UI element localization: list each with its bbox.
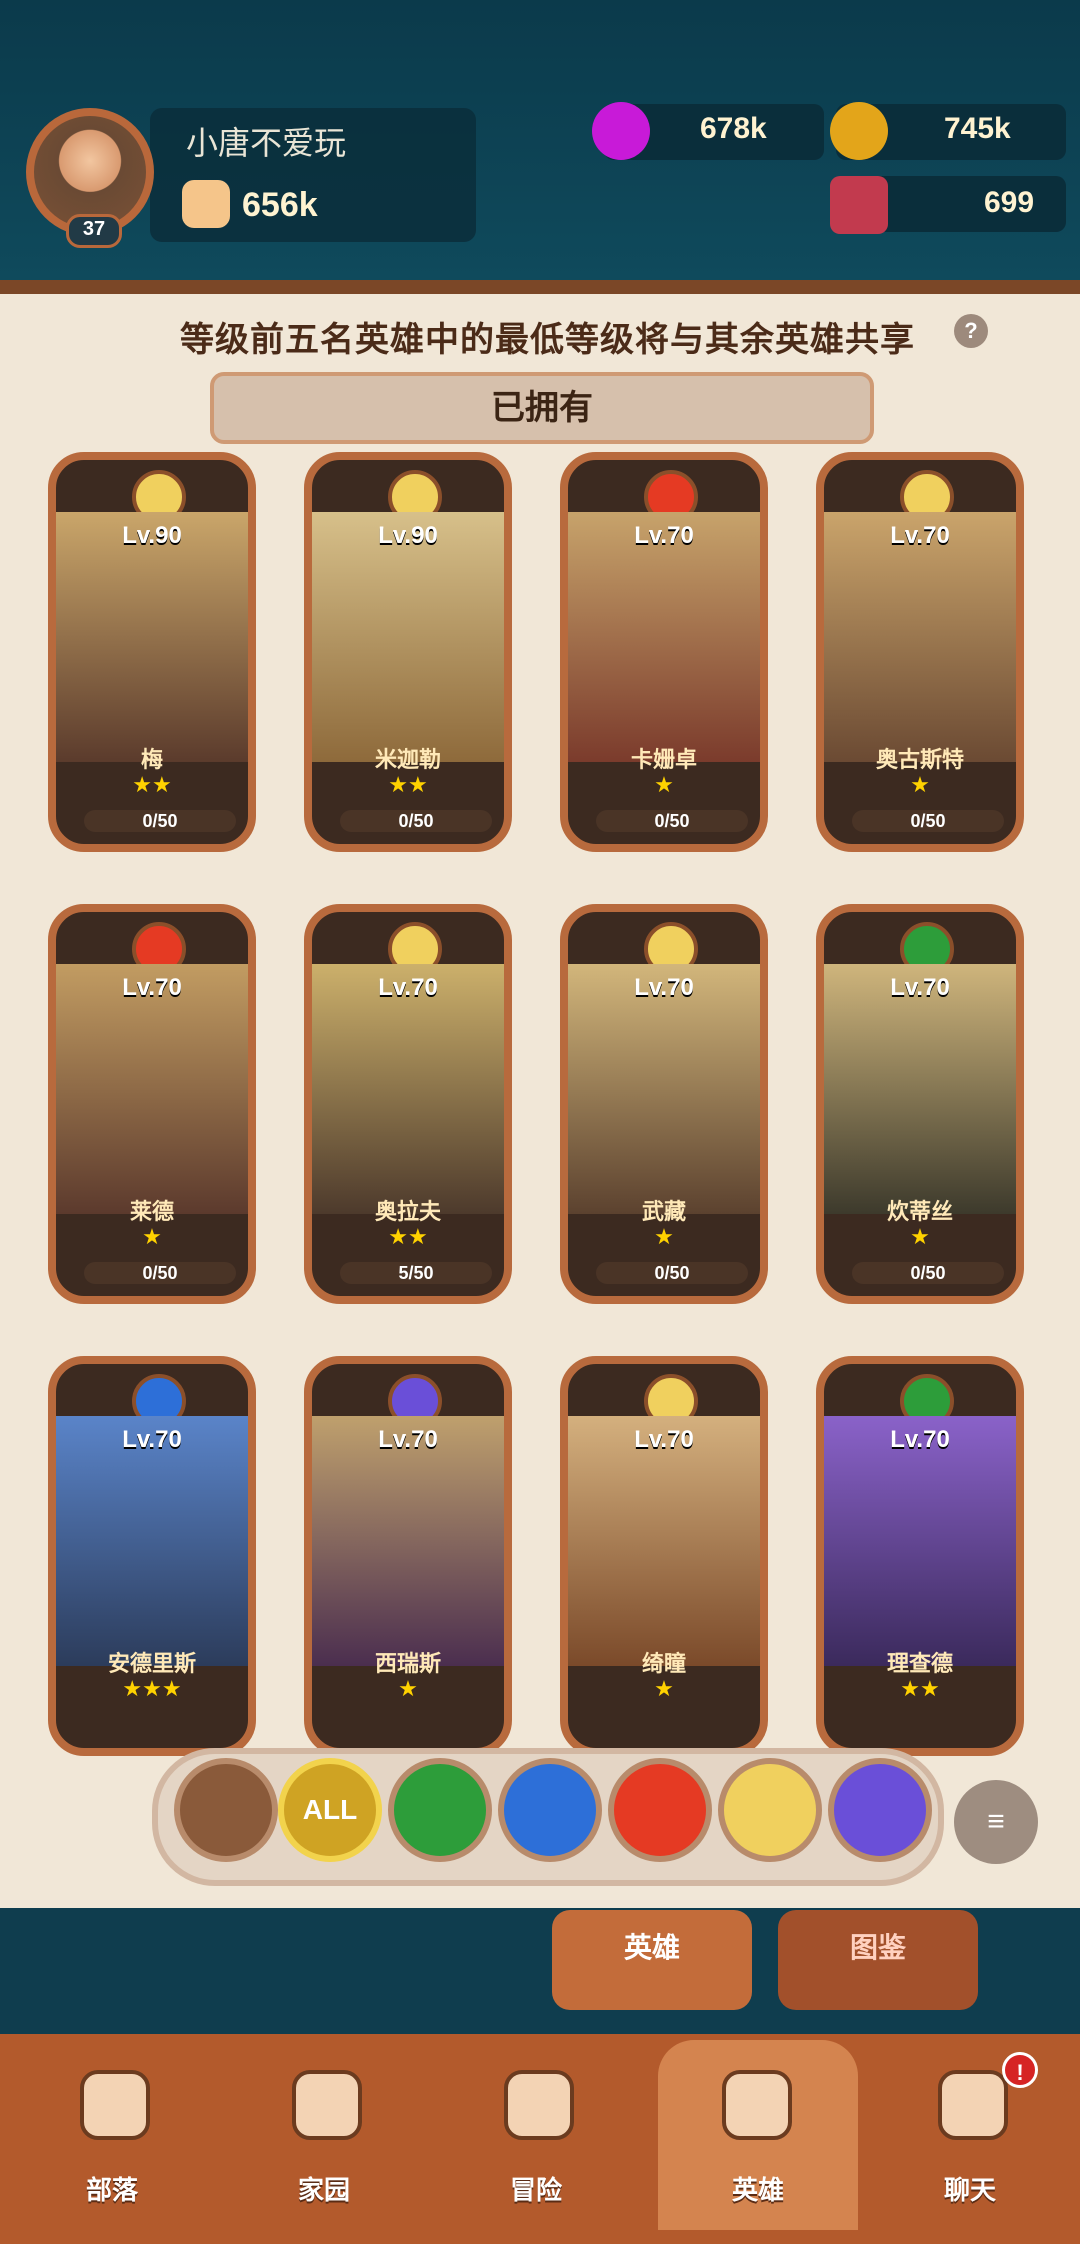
crossed-swords-icon <box>504 2070 574 2140</box>
hero-level: Lv.70 <box>890 974 950 1001</box>
hero-name: 绮瞳 <box>641 1651 686 1676</box>
hero-card[interactable]: Lv.70 武藏 ★ 0/50 <box>560 904 768 1304</box>
hero-card[interactable]: Lv.70 绮瞳 ★ <box>560 1356 768 1756</box>
hero-stars: ★★ <box>388 772 428 797</box>
filter-light-icon[interactable] <box>718 1758 822 1862</box>
hero-name: 莱德 <box>129 1199 174 1224</box>
filter-water-icon[interactable] <box>498 1758 602 1862</box>
nav-label: 英雄 <box>731 2175 784 2205</box>
player-level-badge: 37 <box>66 214 122 248</box>
hero-shards: 0/50 <box>84 810 236 832</box>
hero-shards: 0/50 <box>596 810 748 832</box>
hero-level: Lv.90 <box>122 522 182 549</box>
player-name: 小唐不爱玩 <box>186 125 347 161</box>
hero-stars: ★ <box>654 1224 674 1249</box>
hero-stars: ★★ <box>900 1676 940 1701</box>
hero-card[interactable]: 👥 Lv.90 米迦勒 ★★ 0/50 <box>304 452 512 852</box>
hero-stars: ★ <box>142 1224 162 1249</box>
hero-card[interactable]: 👥 Lv.70 奥古斯特 ★ 0/50 <box>816 452 1024 852</box>
nav-adventure[interactable]: 冒险 <box>446 2040 626 2230</box>
elixir-icon <box>592 102 650 160</box>
hero-stars: ★ <box>910 1224 930 1249</box>
hero-level: Lv.70 <box>890 1426 950 1453</box>
nav-tribe[interactable]: 部落 <box>22 2040 202 2230</box>
hero-shards: 0/50 <box>84 1262 236 1284</box>
hero-level: Lv.70 <box>122 1426 182 1453</box>
hero-card[interactable]: Lv.70 炊蒂丝 ★ 0/50 <box>816 904 1024 1304</box>
nav-label: 家园 <box>297 2175 350 2205</box>
hero-shards: 0/50 <box>852 1262 1004 1284</box>
chat-bubble-icon <box>938 2070 1008 2140</box>
hero-card[interactable]: Lv.70 奥拉夫 ★★ 5/50 <box>304 904 512 1304</box>
elixir-amount: 678k <box>700 112 767 145</box>
hero-level: Lv.70 <box>378 974 438 1001</box>
tab-heroes[interactable]: 英雄 <box>552 1910 752 2010</box>
hero-stars: ★ <box>910 772 930 797</box>
hero-stars: ★ <box>654 1676 674 1701</box>
chat-alert-badge: ! <box>1002 2052 1038 2088</box>
hero-shards: 0/50 <box>340 810 492 832</box>
hero-card[interactable]: Lv.70 理查德 ★★ <box>816 1356 1024 1756</box>
hero-shards: 0/50 <box>852 810 1004 832</box>
tab-codex[interactable]: 图鉴 <box>778 1910 978 2010</box>
hero-name: 米迦勒 <box>374 747 441 772</box>
hero-level: Lv.70 <box>634 522 694 549</box>
gold-amount: 745k <box>944 112 1011 145</box>
filter-dark-icon[interactable] <box>828 1758 932 1862</box>
filter-all-button[interactable]: ALL <box>278 1758 382 1862</box>
hero-name: 西瑞斯 <box>374 1651 441 1676</box>
nav-label: 部落 <box>85 2175 138 2205</box>
hero-card[interactable]: 👥 Lv.90 梅 ★★ 0/50 <box>48 452 256 852</box>
hero-level: Lv.70 <box>634 974 694 1001</box>
hero-card[interactable]: 👥 Lv.70 卡姗卓 ★ 0/50 <box>560 452 768 852</box>
filter-fire-icon[interactable] <box>608 1758 712 1862</box>
help-icon[interactable]: ? <box>954 314 988 348</box>
hero-stars: ★ <box>398 1676 418 1701</box>
hero-shards: 5/50 <box>340 1262 492 1284</box>
gem-plus-icon <box>830 176 888 234</box>
hero-name: 梅 <box>140 747 163 772</box>
hero-grid: 👥 Lv.90 梅 ★★ 0/50 👥 Lv.90 米迦勒 ★★ 0/50 👥 … <box>48 452 1032 1756</box>
nav-heroes[interactable]: 英雄 <box>658 2040 858 2230</box>
hero-level: Lv.70 <box>378 1426 438 1453</box>
hero-level: Lv.70 <box>122 974 182 1001</box>
hero-card[interactable]: 👥 Lv.70 莱德 ★ 0/50 <box>48 904 256 1304</box>
section-title: 已拥有 <box>491 389 593 427</box>
helmet-icon <box>722 2070 792 2140</box>
hero-card[interactable]: Lv.70 安德里斯 ★★★ <box>48 1356 256 1756</box>
hero-stars: ★★ <box>388 1224 428 1249</box>
nav-label: 冒险 <box>509 2175 562 2205</box>
power-icon <box>182 180 230 228</box>
hero-stars: ★★ <box>132 772 172 797</box>
filter-nature-icon[interactable] <box>388 1758 492 1862</box>
nav-label: 聊天 <box>943 2175 996 2205</box>
hero-card[interactable]: Lv.70 西瑞斯 ★ <box>304 1356 512 1756</box>
gold-coin-icon <box>830 102 888 160</box>
sort-order-icon[interactable] <box>174 1758 278 1862</box>
notice-text: 等级前五名英雄中的最低等级将与其余英雄共享 <box>180 321 915 359</box>
house-icon <box>292 2070 362 2140</box>
hero-name: 卡姗卓 <box>630 747 697 772</box>
hero-level: Lv.90 <box>378 522 438 549</box>
hero-name: 理查德 <box>886 1651 953 1676</box>
hero-name: 炊蒂丝 <box>886 1199 953 1224</box>
hero-level: Lv.70 <box>890 522 950 549</box>
player-power: 656k <box>242 186 318 224</box>
hero-stars: ★★★ <box>122 1676 182 1701</box>
hero-name: 安德里斯 <box>107 1651 196 1676</box>
shield-icon <box>80 2070 150 2140</box>
nav-home[interactable]: 家园 <box>234 2040 414 2230</box>
hero-name: 奥古斯特 <box>875 747 964 772</box>
hero-stars: ★ <box>654 772 674 797</box>
hero-shards: 0/50 <box>596 1262 748 1284</box>
hero-level: Lv.70 <box>634 1426 694 1453</box>
sort-icon[interactable]: ≡ <box>954 1780 1038 1864</box>
hero-name: 武藏 <box>641 1199 686 1224</box>
hero-name: 奥拉夫 <box>374 1199 441 1224</box>
section-header: 已拥有 <box>210 372 874 444</box>
gems-amount: 699 <box>984 186 1035 219</box>
